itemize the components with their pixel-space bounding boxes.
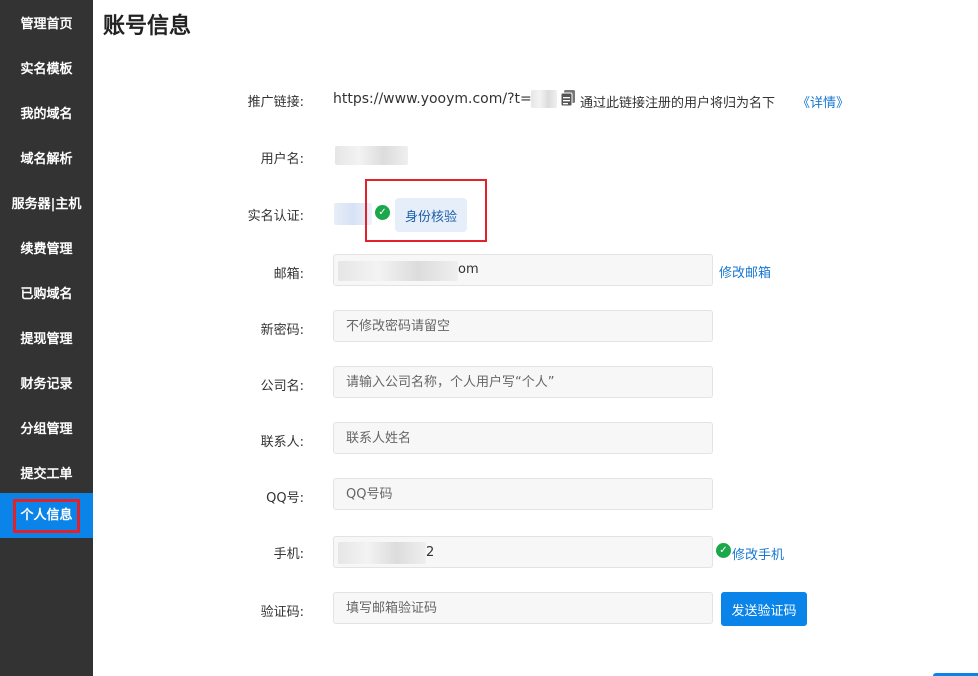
sidebar-item-finance[interactable]: 财务记录	[0, 360, 93, 405]
highlight-annotation	[365, 179, 487, 242]
app: 管理首页 实名模板 我的域名 域名解析 服务器|主机 续费管理 已购域名 提现管…	[0, 0, 978, 676]
email-value-suffix: om	[458, 262, 479, 277]
phone-value-suffix: 2	[426, 545, 435, 560]
referral-note: 通过此链接注册的用户将归为名下	[580, 96, 776, 111]
sidebar-item-realname-template[interactable]: 实名模板	[0, 45, 93, 90]
new-password-input[interactable]	[333, 310, 713, 342]
qq-input[interactable]	[333, 478, 713, 510]
sidebar-item-withdrawal[interactable]: 提现管理	[0, 315, 93, 360]
sidebar-item-renewal[interactable]: 续费管理	[0, 225, 93, 270]
sidebar-item-servers[interactable]: 服务器|主机	[0, 180, 93, 225]
redacted-username	[335, 146, 408, 165]
sidebar-item-dashboard[interactable]: 管理首页	[0, 0, 93, 45]
referral-details-link[interactable]: 《详情》	[797, 92, 849, 111]
send-code-button[interactable]: 发送验证码	[721, 592, 807, 626]
sidebar-item-dns[interactable]: 域名解析	[0, 135, 93, 180]
redacted-phone	[338, 542, 426, 564]
phone-label: 手机:	[273, 547, 304, 562]
qq-label: QQ号:	[266, 491, 304, 506]
verification-code-input[interactable]	[333, 592, 713, 624]
sidebar-item-my-domains[interactable]: 我的域名	[0, 90, 93, 135]
username-label: 用户名:	[260, 152, 304, 167]
new-password-label: 新密码:	[260, 323, 304, 338]
redacted-referral-code	[531, 90, 557, 108]
sidebar: 管理首页 实名模板 我的域名 域名解析 服务器|主机 续费管理 已购域名 提现管…	[0, 0, 93, 676]
sidebar-item-profile[interactable]: 个人信息	[0, 493, 93, 538]
code-label: 验证码:	[260, 605, 304, 620]
email-label: 邮箱:	[273, 267, 304, 282]
email-field[interactable]: om	[333, 254, 713, 286]
referral-url: https://www.yooym.com/?t=2	[333, 91, 541, 107]
sidebar-item-groups[interactable]: 分组管理	[0, 405, 93, 450]
change-phone-link[interactable]: 修改手机	[732, 544, 784, 563]
contact-input[interactable]	[333, 422, 713, 454]
company-input[interactable]	[333, 366, 713, 398]
phone-check-icon: ✓	[716, 543, 731, 558]
change-email-link[interactable]: 修改邮箱	[719, 262, 771, 281]
real-name-label: 实名认证:	[247, 209, 304, 224]
phone-field[interactable]: 2	[333, 536, 713, 568]
contact-label: 联系人:	[260, 435, 304, 450]
redacted-email	[338, 261, 458, 281]
page-title: 账号信息	[103, 14, 192, 39]
sidebar-item-tickets[interactable]: 提交工单	[0, 450, 93, 495]
copy-icon[interactable]	[560, 89, 576, 107]
referral-label: 推广链接:	[247, 95, 304, 110]
company-label: 公司名:	[260, 379, 304, 394]
sidebar-item-purchased[interactable]: 已购域名	[0, 270, 93, 315]
